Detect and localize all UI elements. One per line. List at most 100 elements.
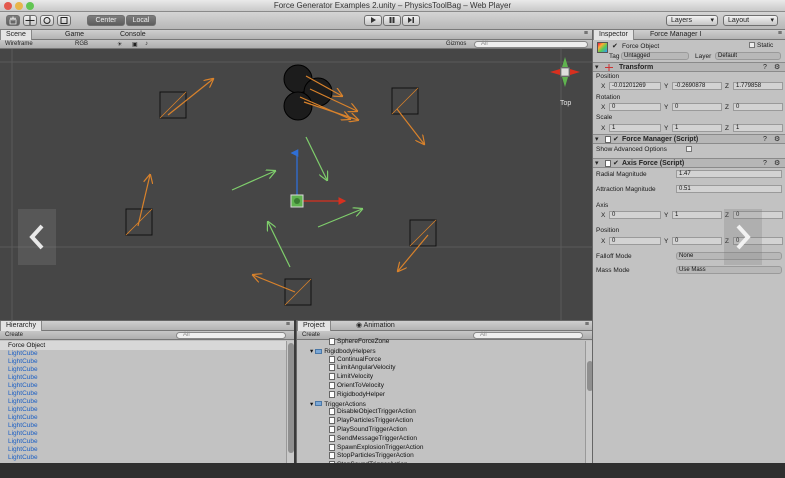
layout-dropdown[interactable]: Layout ▾	[723, 15, 778, 26]
project-script-item[interactable]: DisableObjectTriggerAction	[329, 408, 416, 416]
next-slide-overlay[interactable]	[724, 209, 762, 265]
move-tool-button[interactable]	[23, 15, 37, 26]
radial-magnitude-field[interactable]: 1.47	[676, 170, 782, 178]
project-script-item[interactable]: OrientToVelocity	[329, 382, 384, 390]
tab-project[interactable]: Project	[297, 321, 331, 331]
hierarchy-item[interactable]: LightCube	[8, 414, 38, 422]
project-folder-item[interactable]: ▾ TriggerActions	[310, 400, 366, 408]
project-script-item[interactable]: LimitVelocity	[329, 373, 373, 381]
foldout-arrow-icon[interactable]: ▾	[595, 159, 599, 167]
color-mode-dropdown[interactable]: RGB	[75, 41, 88, 47]
axis-y-field[interactable]: 1	[672, 211, 722, 219]
object-name-field[interactable]: Force Object	[622, 43, 659, 50]
step-button[interactable]	[402, 15, 420, 26]
force-manager-component-header[interactable]: ▾ ✔ Force Manager (Script) ? ⚙	[593, 134, 785, 144]
hierarchy-item[interactable]: LightCube	[8, 406, 38, 414]
project-script-item[interactable]: PlaySoundTriggerAction	[329, 426, 407, 434]
hierarchy-item[interactable]: LightCube	[8, 422, 38, 430]
foldout-arrow-icon[interactable]: ▾	[595, 63, 599, 71]
panel-menu-icon[interactable]: ≡	[584, 30, 588, 37]
hierarchy-item[interactable]: LightCube	[8, 398, 38, 406]
project-search-input[interactable]: All	[473, 332, 583, 339]
scene-search-input[interactable]: All	[474, 41, 588, 48]
component-enabled-checkbox-icon[interactable]: ✔	[613, 159, 619, 167]
scale-y-field[interactable]: 1	[672, 124, 722, 132]
scale-x-field[interactable]: 1	[609, 124, 661, 132]
pivot-center-button[interactable]: Center	[87, 15, 125, 26]
hierarchy-item[interactable]: LightCube	[8, 446, 38, 454]
show-advanced-checkbox[interactable]	[686, 146, 692, 152]
hierarchy-item[interactable]: LightCube	[8, 350, 38, 358]
hierarchy-item[interactable]: LightCube	[8, 430, 38, 438]
pivot-local-button[interactable]: Local	[126, 15, 156, 26]
layer-dropdown[interactable]: Default	[715, 52, 781, 60]
mass-mode-dropdown[interactable]: Use Mass	[676, 266, 782, 274]
hierarchy-search-input[interactable]: All	[176, 332, 286, 339]
foldout-arrow-icon[interactable]: ▾	[595, 135, 599, 143]
tab-hierarchy[interactable]: Hierarchy	[0, 321, 42, 331]
gear-icon[interactable]: ⚙	[774, 63, 780, 71]
render-mode-dropdown[interactable]: Wireframe	[5, 41, 33, 47]
component-enabled-checkbox-icon[interactable]: ✔	[613, 135, 619, 143]
foldout-arrow-icon[interactable]: ▾	[310, 401, 313, 408]
project-folder-item[interactable]: ▾ RigidbodyHelpers	[310, 347, 376, 355]
rotate-tool-button[interactable]	[40, 15, 54, 26]
lighting-toggle-icon[interactable]: ☀	[117, 41, 122, 48]
hierarchy-item[interactable]: LightCube	[8, 438, 38, 446]
attraction-magnitude-field[interactable]: 0.51	[676, 185, 782, 193]
project-script-item[interactable]: ContinualForce	[329, 355, 381, 364]
hand-tool-button[interactable]	[6, 15, 20, 26]
active-checkbox-icon[interactable]: ✔	[612, 42, 618, 50]
audio-toggle-icon[interactable]: ♪	[145, 41, 148, 47]
axis-x-field[interactable]: 0	[609, 211, 661, 219]
play-button[interactable]	[364, 15, 382, 26]
help-icon[interactable]: ?	[763, 64, 767, 71]
panel-menu-icon[interactable]: ≡	[585, 321, 589, 328]
axis-force-component-header[interactable]: ▾ ✔ Axis Force (Script) ? ⚙	[593, 158, 785, 168]
pause-button[interactable]	[383, 15, 401, 26]
project-script-item[interactable]: SpawnExplosionTriggerAction	[329, 443, 423, 452]
tab-inspector[interactable]: Inspector	[593, 30, 634, 40]
gizmos-dropdown[interactable]: Gizmos	[446, 41, 466, 47]
hierarchy-item-selected[interactable]: Force Object	[8, 342, 45, 350]
position-x-field[interactable]: -0.01201269	[609, 82, 661, 90]
transform-component-header[interactable]: ▾ Transform ? ⚙	[593, 62, 785, 72]
project-script-item[interactable]: SphereForceZone	[329, 338, 389, 346]
orientation-gizmo[interactable]: Top	[546, 57, 584, 109]
position-y-field[interactable]: -0.2690878	[672, 82, 722, 90]
scale-tool-button[interactable]	[57, 15, 71, 26]
hierarchy-item[interactable]: LightCube	[8, 390, 38, 398]
af-position-y-field[interactable]: 0	[672, 237, 722, 245]
help-icon[interactable]: ?	[763, 136, 767, 143]
help-icon[interactable]: ?	[763, 160, 767, 167]
hierarchy-scrollbar[interactable]	[286, 341, 294, 464]
scene-view[interactable]: Top	[0, 49, 592, 320]
project-create-dropdown[interactable]: Create	[302, 332, 320, 338]
rotation-z-field[interactable]: 0	[733, 103, 783, 111]
static-checkbox[interactable]	[749, 42, 755, 48]
hierarchy-item[interactable]: LightCube	[8, 374, 38, 382]
layers-dropdown[interactable]: Layers ▾	[666, 15, 718, 26]
project-script-item[interactable]: PlayParticlesTriggerAction	[329, 417, 413, 425]
tag-dropdown[interactable]: Untagged	[621, 52, 689, 60]
scale-z-field[interactable]: 1	[733, 124, 783, 132]
hierarchy-item[interactable]: LightCube	[8, 454, 38, 462]
rotation-x-field[interactable]: 0	[609, 103, 661, 111]
panel-menu-icon[interactable]: ≡	[286, 321, 290, 328]
tab-console[interactable]: Console	[115, 30, 151, 40]
hierarchy-item[interactable]: LightCube	[8, 382, 38, 390]
tab-animation[interactable]: ◉ Animation	[351, 321, 400, 331]
tab-force-manager[interactable]: Force Manager I	[645, 30, 706, 40]
rotation-y-field[interactable]: 0	[672, 103, 722, 111]
hierarchy-item[interactable]: LightCube	[8, 366, 38, 374]
project-script-item[interactable]: StopParticlesTriggerAction	[329, 452, 414, 460]
project-script-item[interactable]: LimitAngularVelocity	[329, 364, 396, 372]
project-script-item[interactable]: SendMessageTriggerAction	[329, 434, 417, 443]
panel-menu-icon[interactable]: ≡	[778, 30, 782, 37]
hierarchy-item[interactable]: LightCube	[8, 358, 38, 366]
position-z-field[interactable]: 1.779858	[733, 82, 783, 90]
tab-scene[interactable]: Scene	[0, 30, 32, 40]
gear-icon[interactable]: ⚙	[774, 135, 780, 143]
tab-game[interactable]: Game	[60, 30, 89, 40]
af-position-x-field[interactable]: 0	[609, 237, 661, 245]
